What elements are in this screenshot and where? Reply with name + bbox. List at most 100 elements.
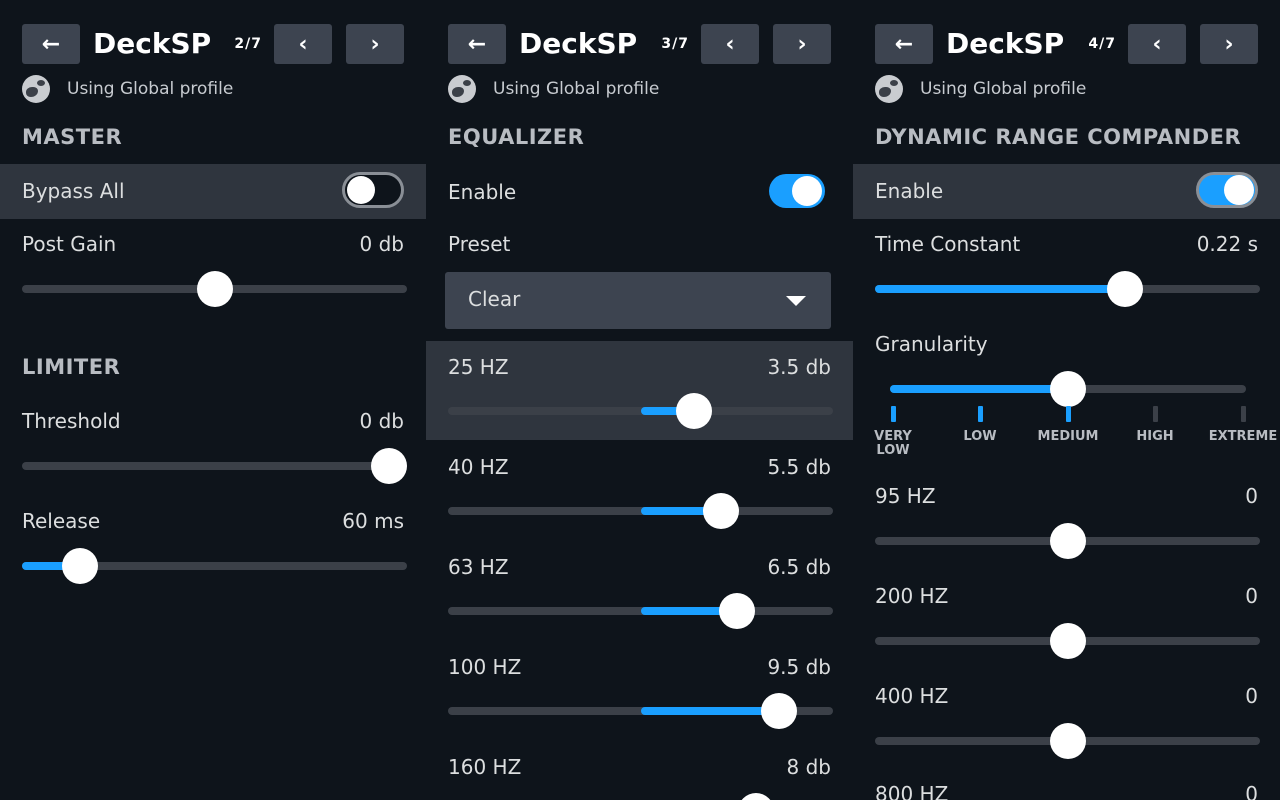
drc-band-value: 0 bbox=[1245, 484, 1258, 508]
eq-band-slider[interactable] bbox=[448, 393, 833, 429]
granularity-option-label[interactable]: EXTREME bbox=[1209, 430, 1277, 444]
eq-band-label: 40 HZ bbox=[448, 455, 509, 479]
granularity-option-label[interactable]: VERY LOW bbox=[874, 430, 912, 458]
granularity-notch bbox=[978, 406, 983, 422]
slider-thumb[interactable] bbox=[718, 593, 755, 629]
granularity-slider[interactable] bbox=[890, 371, 1246, 407]
release-slider[interactable] bbox=[22, 548, 407, 584]
bypass-all-toggle[interactable] bbox=[342, 172, 404, 208]
granularity-option-label[interactable]: LOW bbox=[963, 430, 996, 444]
eq-band-value: 5.5 db bbox=[767, 455, 831, 479]
drc-band-label: 200 HZ bbox=[875, 584, 949, 608]
eq-enable-toggle[interactable] bbox=[769, 174, 825, 208]
post-gain-label: Post Gain bbox=[22, 232, 117, 256]
slider-thumb[interactable] bbox=[1049, 623, 1086, 659]
chevron-left-icon: ‹ bbox=[1152, 31, 1162, 57]
drc-band-label: 800 HZ bbox=[875, 782, 949, 800]
slider-thumb[interactable] bbox=[1050, 371, 1086, 407]
page-title: DeckSP bbox=[519, 27, 638, 60]
eq-band-value: 9.5 db bbox=[767, 655, 831, 679]
eq-band-slider[interactable] bbox=[448, 593, 833, 629]
drc-enable-row[interactable]: Enable bbox=[853, 164, 1280, 219]
arrow-left-icon: ← bbox=[894, 31, 914, 57]
time-constant-value: 0.22 s bbox=[1196, 232, 1258, 256]
threshold-row: Threshold 0 db bbox=[22, 409, 404, 433]
drc-band-slider[interactable] bbox=[875, 623, 1260, 659]
profile-text: Using Global profile bbox=[920, 79, 1087, 99]
slider-thumb[interactable] bbox=[196, 271, 233, 307]
eq-band-value: 3.5 db bbox=[767, 355, 831, 379]
post-gain-slider[interactable] bbox=[22, 271, 407, 307]
drc-band-value: 0 bbox=[1245, 782, 1258, 800]
granularity-option-label[interactable]: HIGH bbox=[1136, 430, 1173, 444]
section-title-limiter: LIMITER bbox=[22, 355, 121, 379]
release-value: 60 ms bbox=[342, 509, 404, 533]
slider-thumb[interactable] bbox=[738, 793, 774, 800]
slider-thumb[interactable] bbox=[371, 448, 407, 484]
slider-thumb[interactable] bbox=[1049, 723, 1086, 759]
next-page-button[interactable]: › bbox=[773, 24, 831, 64]
chevron-right-icon: › bbox=[1224, 31, 1234, 57]
preset-dropdown[interactable]: Clear bbox=[445, 272, 831, 329]
page-indicator: 3/7 bbox=[661, 36, 689, 52]
next-page-button[interactable]: › bbox=[1200, 24, 1258, 64]
globe-icon bbox=[22, 75, 50, 103]
granularity-notch bbox=[1066, 406, 1071, 422]
panel-compander: ← DeckSP 4/7 ‹ › Using Global profile DY… bbox=[853, 0, 1280, 800]
header: ← DeckSP 3/7 ‹ › bbox=[448, 24, 831, 64]
drc-enable-toggle[interactable] bbox=[1196, 172, 1258, 208]
slider-thumb[interactable] bbox=[1049, 523, 1086, 559]
toggle-knob bbox=[792, 176, 822, 206]
eq-band-row: 100 HZ 9.5 db bbox=[448, 655, 831, 679]
slider-thumb[interactable] bbox=[761, 693, 798, 729]
drc-band-slider[interactable] bbox=[875, 523, 1260, 559]
drc-band-value: 0 bbox=[1245, 584, 1258, 608]
bypass-all-label: Bypass All bbox=[22, 179, 125, 203]
threshold-label: Threshold bbox=[22, 409, 121, 433]
drc-band-label: 95 HZ bbox=[875, 484, 936, 508]
slider-thumb[interactable] bbox=[1107, 271, 1144, 307]
page-title: DeckSP bbox=[93, 27, 212, 60]
eq-band-slider[interactable] bbox=[448, 693, 833, 729]
drc-band-row: 95 HZ 0 bbox=[875, 484, 1258, 508]
prev-page-button[interactable]: ‹ bbox=[274, 24, 332, 64]
profile-text: Using Global profile bbox=[493, 79, 660, 99]
release-label: Release bbox=[22, 509, 101, 533]
eq-band-slider[interactable] bbox=[448, 493, 833, 529]
granularity-notch bbox=[1241, 406, 1246, 422]
drc-enable-label: Enable bbox=[875, 179, 944, 203]
post-gain-value: 0 db bbox=[359, 232, 404, 256]
granularity-row: Granularity bbox=[875, 332, 1258, 356]
bypass-all-row[interactable]: Bypass All bbox=[0, 164, 426, 219]
drc-band-row: 800 HZ 0 bbox=[875, 782, 1258, 800]
drc-band-slider[interactable] bbox=[875, 723, 1260, 759]
page-indicator: 2/7 bbox=[234, 36, 262, 52]
prev-page-button[interactable]: ‹ bbox=[701, 24, 759, 64]
slider-thumb[interactable] bbox=[61, 548, 98, 584]
eq-enable-label: Enable bbox=[448, 180, 517, 204]
slider-fill bbox=[890, 385, 1068, 393]
section-title-equalizer: EQUALIZER bbox=[448, 125, 585, 149]
slider-fill bbox=[640, 707, 780, 715]
slider-thumb[interactable] bbox=[703, 493, 740, 529]
next-page-button[interactable]: › bbox=[346, 24, 404, 64]
prev-page-button[interactable]: ‹ bbox=[1128, 24, 1186, 64]
arrow-left-icon: ← bbox=[41, 31, 61, 57]
release-row: Release 60 ms bbox=[22, 509, 404, 533]
drc-band-row: 400 HZ 0 bbox=[875, 684, 1258, 708]
granularity-option-label[interactable]: MEDIUM bbox=[1038, 430, 1099, 444]
post-gain-row: Post Gain 0 db bbox=[22, 232, 404, 256]
eq-band-row: 40 HZ 5.5 db bbox=[448, 455, 831, 479]
back-button[interactable]: ← bbox=[22, 24, 80, 64]
time-constant-slider[interactable] bbox=[875, 271, 1260, 307]
drc-band-row: 200 HZ 0 bbox=[875, 584, 1258, 608]
page-indicator: 4/7 bbox=[1088, 36, 1116, 52]
granularity-notch bbox=[1153, 406, 1158, 422]
slider-fill bbox=[875, 285, 1126, 293]
eq-band-row: 63 HZ 6.5 db bbox=[448, 555, 831, 579]
threshold-slider[interactable] bbox=[22, 448, 407, 484]
back-button[interactable]: ← bbox=[448, 24, 506, 64]
back-button[interactable]: ← bbox=[875, 24, 933, 64]
time-constant-label: Time Constant bbox=[875, 232, 1021, 256]
chevron-right-icon: › bbox=[797, 31, 807, 57]
